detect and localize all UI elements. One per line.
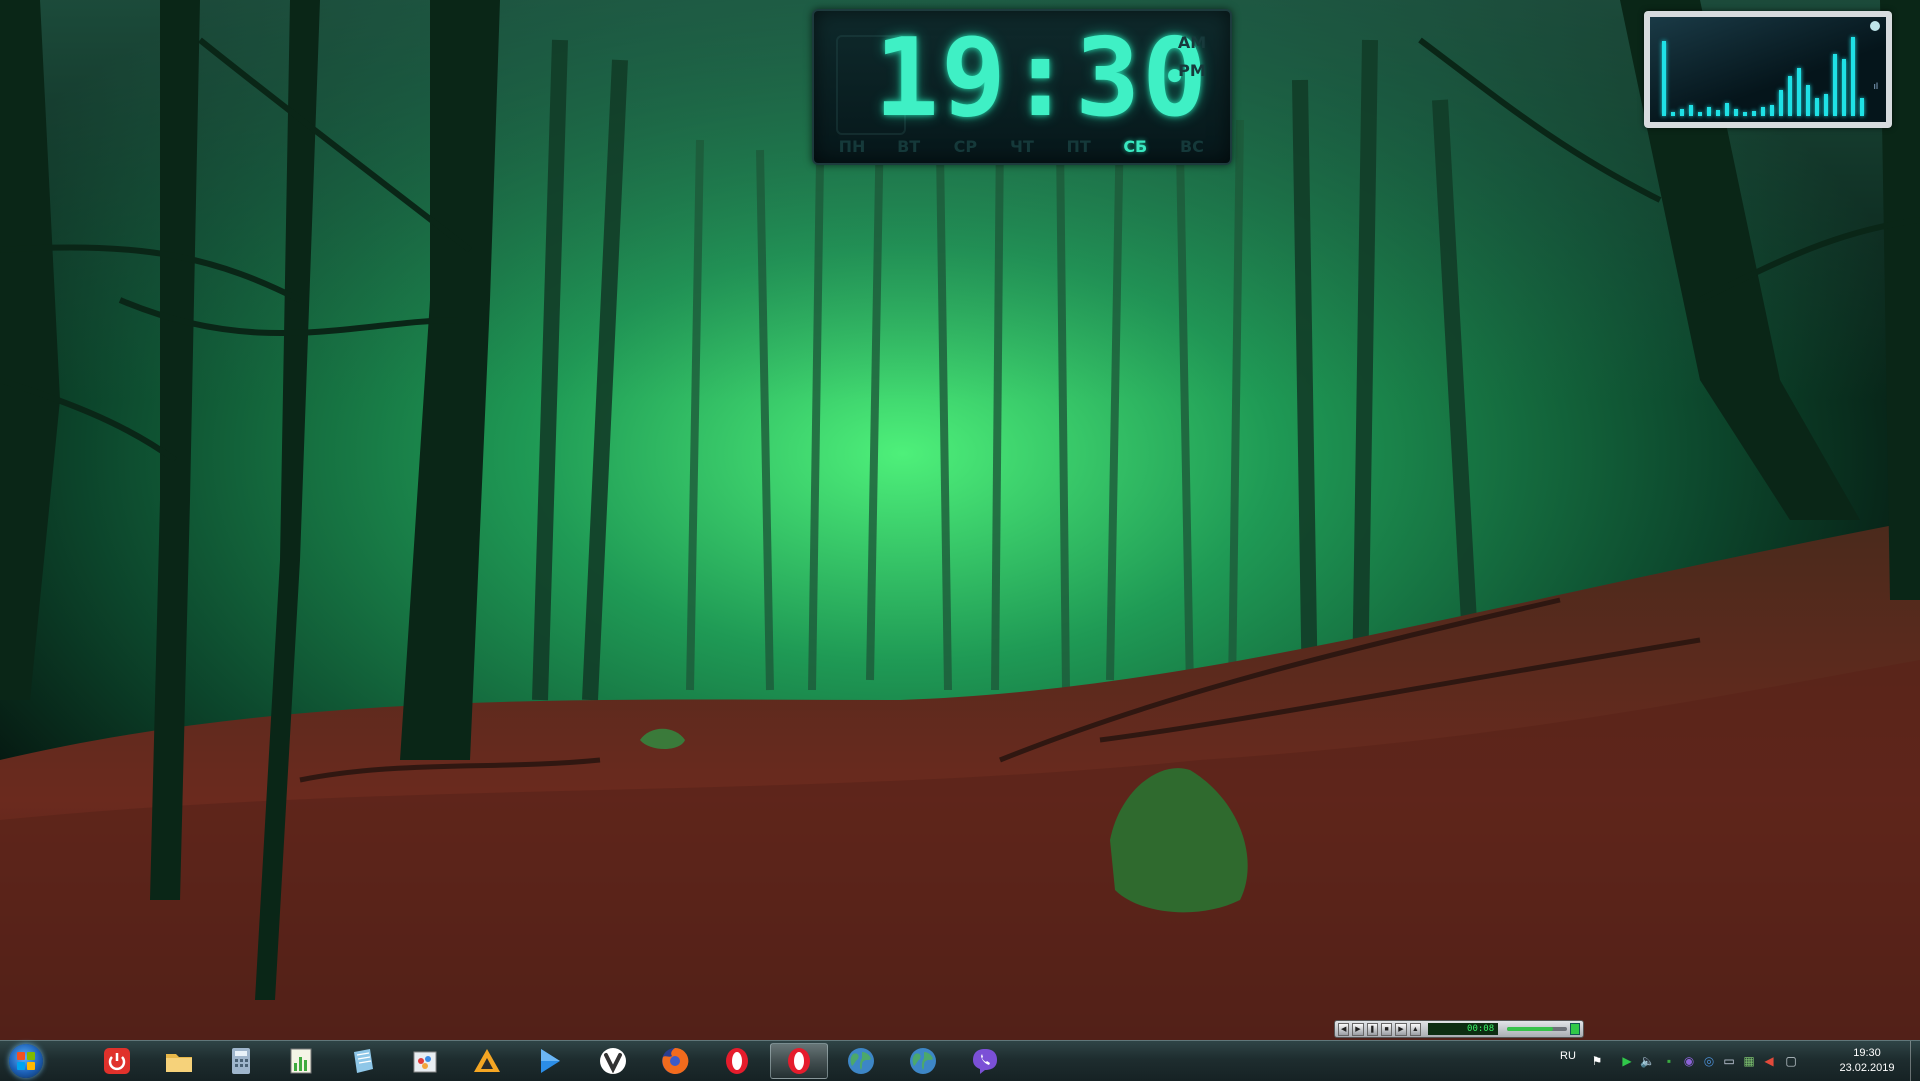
clock-pm-label: PM (1178, 61, 1206, 80)
paint-icon (410, 1046, 440, 1076)
clock-ampm: AM PM (1172, 29, 1212, 85)
keyboard-icon[interactable]: ▭ (1722, 1054, 1736, 1068)
globe-icon (908, 1046, 938, 1076)
chart-notepad-icon (286, 1046, 316, 1076)
clock-gadget[interactable]: 19:30 AM PM ПН ВТ СР ЧТ ПТ СБ ВС (812, 9, 1232, 165)
prev-button[interactable]: ◀ (1338, 1022, 1350, 1036)
meter-bar (1734, 109, 1738, 116)
aimp-triangle-icon (472, 1046, 502, 1076)
start-button[interactable] (3, 1042, 49, 1080)
globe-tray-icon[interactable]: ◎ (1702, 1054, 1716, 1068)
meter-bar (1698, 112, 1702, 116)
meter-bar (1788, 76, 1792, 116)
taskbar-app-opera-browser[interactable] (708, 1043, 766, 1079)
notification-icon[interactable]: ▢ (1784, 1054, 1798, 1068)
folder-icon (164, 1046, 194, 1076)
meter-bar (1752, 111, 1756, 116)
meter-bar (1761, 107, 1765, 116)
meter-bar (1842, 59, 1846, 116)
player-menu-button[interactable] (1569, 1023, 1580, 1035)
viber-icon (970, 1046, 1000, 1076)
flag-icon[interactable]: ⚑ (1590, 1054, 1604, 1068)
tray-date: 23.02.2019 (1839, 1062, 1895, 1074)
clock-day: ПТ (1066, 137, 1091, 156)
meter-bar (1662, 41, 1666, 116)
speaker-icon[interactable]: 🔈 (1640, 1054, 1655, 1068)
clock-weekdays: ПН ВТ СР ЧТ ПТ СБ ВС (832, 137, 1212, 157)
meter-bar (1824, 94, 1828, 116)
clock-day: СР (953, 137, 978, 156)
meter-bar (1671, 112, 1675, 116)
language-indicator[interactable]: RU (1560, 1050, 1576, 1062)
meter-bar (1833, 54, 1837, 116)
windows-orb-icon (9, 1044, 43, 1078)
open-button[interactable]: ▲ (1409, 1022, 1421, 1036)
meter-bar (1797, 68, 1801, 116)
tray-clock[interactable]: 19:30 23.02.2019 (1832, 1046, 1902, 1076)
network-icon[interactable]: ▦ (1742, 1054, 1756, 1068)
show-desktop-button[interactable] (1910, 1041, 1920, 1081)
globe-icon (846, 1046, 876, 1076)
meter-bar (1716, 110, 1720, 116)
meter-bar (1806, 85, 1810, 116)
clock-day: ВТ (897, 137, 921, 156)
meter-bar (1707, 107, 1711, 116)
firefox-icon (660, 1046, 690, 1076)
next-button[interactable]: ▶ (1395, 1022, 1407, 1036)
volume-icon[interactable]: ◀ (1762, 1054, 1776, 1068)
meter-bar (1725, 103, 1729, 116)
meter-bar (1689, 105, 1693, 116)
clock-day: ВС (1179, 137, 1204, 156)
play-circle-icon[interactable]: ▶ (1620, 1054, 1634, 1068)
notepad-icon (348, 1046, 378, 1076)
taskbar-app-viber-app[interactable] (956, 1043, 1014, 1079)
clock-day: ЧТ (1010, 137, 1034, 156)
clock-day: ПН (838, 137, 866, 156)
clock-am-label: AM (1177, 33, 1207, 52)
taskbar-app-firefox-browser[interactable] (646, 1043, 704, 1079)
tray-time: 19:30 (1853, 1047, 1881, 1059)
audio-meter-gadget[interactable]: ıl (1644, 11, 1892, 128)
taskbar-app-vivaldi-browser[interactable] (584, 1043, 642, 1079)
volume-slider[interactable] (1507, 1027, 1567, 1031)
vivaldi-icon (598, 1046, 628, 1076)
calculator-icon (226, 1046, 256, 1076)
taskbar-app-shutdown-app[interactable] (88, 1043, 146, 1079)
taskbar: RU ⚑ ▶ 🔈 ▪ ◉ ◎ ▭ ▦ ◀ ▢ 19:30 23.02.2019 (0, 1040, 1920, 1081)
taskbar-app-opera-browser-2[interactable] (770, 1043, 828, 1079)
taskbar-app-calculator[interactable] (212, 1043, 270, 1079)
taskbar-app-paint[interactable] (396, 1043, 454, 1079)
taskbar-app-media-player[interactable] (520, 1043, 578, 1079)
meter-bar (1680, 109, 1684, 116)
taskbar-app-task-manager[interactable] (272, 1043, 330, 1079)
meter-bar (1851, 37, 1855, 116)
meter-screen (1650, 17, 1886, 122)
play-icon (534, 1046, 564, 1076)
system-tray: RU ⚑ ▶ 🔈 ▪ ◉ ◎ ▭ ▦ ◀ ▢ 19:30 23.02.2019 (1548, 1041, 1920, 1081)
power-icon (102, 1046, 132, 1076)
opera-icon (722, 1046, 752, 1076)
player-time: 00:08 (1427, 1023, 1499, 1035)
taskbar-app-network-globe-2[interactable] (894, 1043, 952, 1079)
taskbar-app-network-globe[interactable] (832, 1043, 890, 1079)
meter-signal-icon: ıl (1873, 81, 1879, 91)
mini-player-toolbar[interactable]: ◀ ▶ ❚ ■ ▶ ▲ 00:08 (1334, 1020, 1584, 1038)
meter-knob[interactable] (1870, 21, 1880, 31)
media-icon[interactable]: ▪ (1662, 1054, 1676, 1068)
play-button[interactable]: ▶ (1352, 1022, 1364, 1036)
meter-bar (1779, 90, 1783, 116)
clock-day: СБ (1123, 137, 1148, 156)
taskbar-app-notepad[interactable] (334, 1043, 392, 1079)
viber-tray-icon[interactable]: ◉ (1682, 1054, 1696, 1068)
opera-icon (784, 1046, 814, 1076)
meter-bar (1815, 98, 1819, 116)
meter-bar (1743, 112, 1747, 116)
stop-button[interactable]: ■ (1380, 1022, 1393, 1036)
meter-bar (1770, 105, 1774, 116)
taskbar-app-aimp-player[interactable] (458, 1043, 516, 1079)
meter-bar (1860, 98, 1864, 116)
taskbar-app-file-explorer[interactable] (150, 1043, 208, 1079)
clock-time: 19:30 (874, 16, 1210, 141)
pause-button[interactable]: ❚ (1366, 1022, 1378, 1036)
